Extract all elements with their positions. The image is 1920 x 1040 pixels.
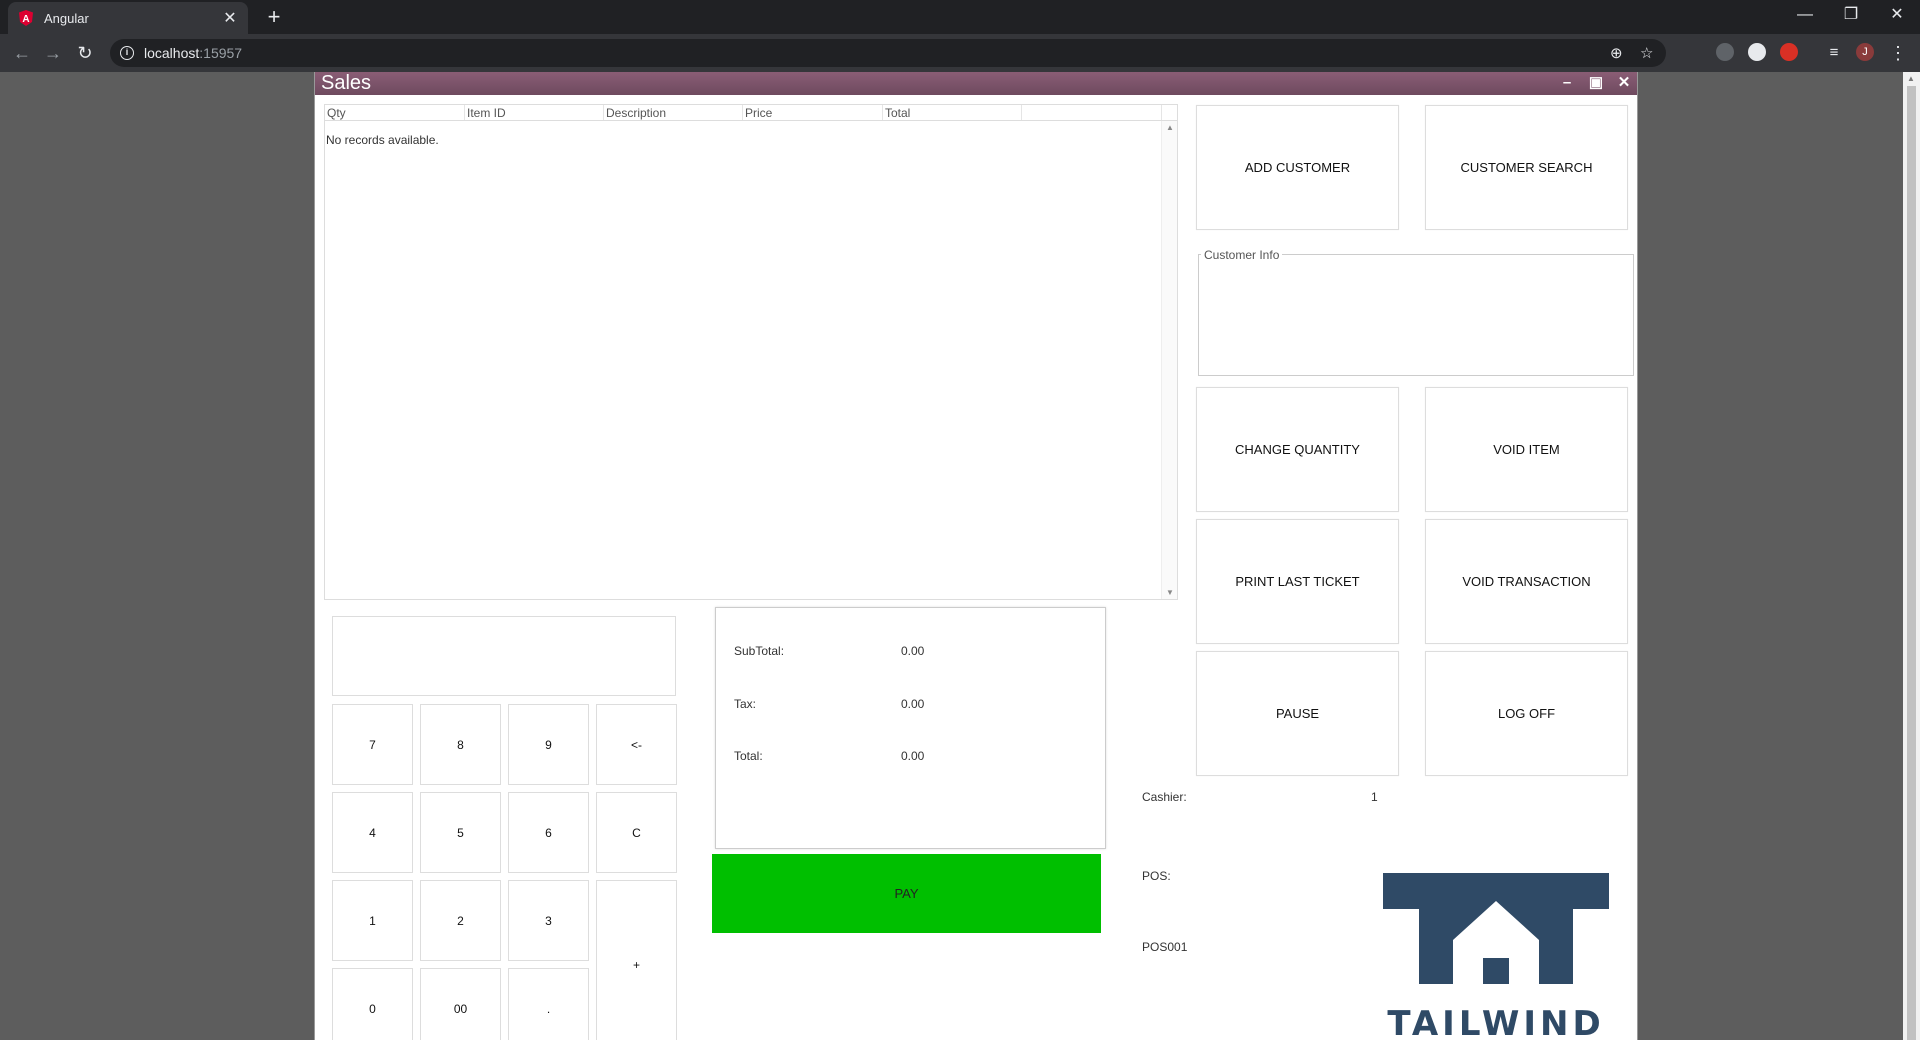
column-price[interactable]: Price bbox=[743, 105, 883, 120]
window-minimize-icon[interactable]: – bbox=[1556, 72, 1578, 95]
key-clear[interactable]: C bbox=[596, 792, 677, 873]
grid-scroll-up-icon[interactable]: ▲ bbox=[1166, 123, 1174, 132]
total-value: 0.00 bbox=[901, 749, 925, 763]
sales-window: Sales – ▣ ✕ Qty Item ID Description Pric… bbox=[314, 72, 1638, 1040]
key-0[interactable]: 0 bbox=[332, 968, 413, 1040]
address-bar[interactable]: i localhost:15957 ⊕ ☆ bbox=[110, 39, 1666, 67]
pos-value: POS001 bbox=[1142, 940, 1188, 954]
change-quantity-button[interactable]: CHANGE QUANTITY bbox=[1196, 387, 1399, 512]
extension-red-icon[interactable] bbox=[1780, 43, 1798, 61]
new-tab-icon[interactable]: + bbox=[260, 4, 288, 32]
browser-tab-strip: A Angular ✕ + — ❐ ✕ bbox=[0, 0, 1920, 34]
keypad-entry-display[interactable] bbox=[332, 616, 676, 696]
site-info-icon[interactable]: i bbox=[120, 46, 134, 60]
void-transaction-button[interactable]: VOID TRANSACTION bbox=[1425, 519, 1628, 644]
key-4[interactable]: 4 bbox=[332, 792, 413, 873]
media-control-icon[interactable]: ≡ bbox=[1820, 40, 1848, 68]
add-customer-button[interactable]: ADD CUSTOMER bbox=[1196, 105, 1399, 230]
subtotal-label: SubTotal: bbox=[734, 644, 785, 658]
key-7[interactable]: 7 bbox=[332, 704, 413, 785]
column-qty[interactable]: Qty bbox=[325, 105, 465, 120]
scroll-up-icon[interactable]: ▲ bbox=[1907, 74, 1915, 83]
browser-tab[interactable]: A Angular ✕ bbox=[8, 2, 248, 34]
key-2[interactable]: 2 bbox=[420, 880, 501, 961]
key-00[interactable]: 00 bbox=[420, 968, 501, 1040]
logo-text: TAILWIND bbox=[1387, 1004, 1604, 1040]
minimize-window-icon[interactable]: — bbox=[1782, 0, 1828, 34]
tab-close-icon[interactable]: ✕ bbox=[222, 8, 238, 28]
menu-kebab-icon[interactable]: ⋮ bbox=[1884, 40, 1912, 68]
window-maximize-icon[interactable]: ▣ bbox=[1585, 72, 1607, 95]
browser-toolbar: ← → ↻ i localhost:15957 ⊕ ☆ ≡ J ⋮ bbox=[0, 34, 1920, 72]
tailwind-logo: TAILWIND bbox=[1383, 873, 1609, 1040]
column-item-id[interactable]: Item ID bbox=[465, 105, 604, 120]
totals-panel: SubTotal: 0.00 Tax: 0.00 Total: 0.00 bbox=[715, 607, 1106, 849]
back-icon[interactable]: ← bbox=[8, 40, 36, 68]
grid-header: Qty Item ID Description Price Total bbox=[325, 105, 1177, 121]
scrollbar-thumb[interactable] bbox=[1907, 86, 1916, 1040]
window-title-bar: Sales bbox=[315, 72, 1637, 95]
forward-icon[interactable]: → bbox=[39, 40, 67, 68]
tax-label: Tax: bbox=[734, 697, 757, 711]
pause-button[interactable]: PAUSE bbox=[1196, 651, 1399, 776]
print-last-ticket-button[interactable]: PRINT LAST TICKET bbox=[1196, 519, 1399, 644]
window-title: Sales bbox=[321, 72, 372, 94]
key-1[interactable]: 1 bbox=[332, 880, 413, 961]
cashier-value: 1 bbox=[1371, 790, 1378, 804]
grid-empty-message: No records available. bbox=[326, 133, 439, 147]
key-plus[interactable]: + bbox=[596, 880, 677, 1040]
key-9[interactable]: 9 bbox=[508, 704, 589, 785]
pos-label: POS: bbox=[1142, 869, 1171, 883]
page-scrollbar[interactable]: ▲ bbox=[1903, 72, 1920, 1040]
pay-button[interactable]: PAY bbox=[712, 854, 1101, 933]
extension-shield-icon[interactable] bbox=[1716, 43, 1734, 61]
profile-avatar[interactable]: J bbox=[1856, 43, 1874, 61]
reload-icon[interactable]: ↻ bbox=[71, 40, 99, 68]
close-window-icon[interactable]: ✕ bbox=[1874, 0, 1920, 34]
subtotal-value: 0.00 bbox=[901, 644, 925, 658]
tab-title: Angular bbox=[44, 10, 89, 26]
total-label: Total: bbox=[734, 749, 763, 763]
customer-search-button[interactable]: CUSTOMER SEARCH bbox=[1425, 105, 1628, 230]
url-text: localhost:15957 bbox=[144, 45, 243, 61]
key-6[interactable]: 6 bbox=[508, 792, 589, 873]
sales-items-grid: Qty Item ID Description Price Total No r… bbox=[324, 104, 1178, 600]
key-5[interactable]: 5 bbox=[420, 792, 501, 873]
tax-value: 0.00 bbox=[901, 697, 925, 711]
key-decimal[interactable]: . bbox=[508, 968, 589, 1040]
key-8[interactable]: 8 bbox=[420, 704, 501, 785]
extension-circle-icon[interactable] bbox=[1748, 43, 1766, 61]
column-description[interactable]: Description bbox=[604, 105, 743, 120]
zoom-icon[interactable]: ⊕ bbox=[1610, 44, 1623, 62]
window-close-icon[interactable]: ✕ bbox=[1613, 72, 1635, 95]
customer-info-legend: Customer Info bbox=[1201, 248, 1283, 262]
angular-icon: A bbox=[18, 10, 34, 26]
column-filler bbox=[1022, 105, 1162, 120]
bookmark-star-icon[interactable]: ☆ bbox=[1640, 44, 1653, 62]
column-total[interactable]: Total bbox=[883, 105, 1022, 120]
key-backspace[interactable]: <- bbox=[596, 704, 677, 785]
key-3[interactable]: 3 bbox=[508, 880, 589, 961]
svg-text:A: A bbox=[22, 14, 29, 25]
log-off-button[interactable]: LOG OFF bbox=[1425, 651, 1628, 776]
grid-scroll-down-icon[interactable]: ▼ bbox=[1166, 588, 1174, 597]
grid-scrollbar[interactable]: ▲ ▼ bbox=[1161, 121, 1177, 599]
void-item-button[interactable]: VOID ITEM bbox=[1425, 387, 1628, 512]
restore-window-icon[interactable]: ❐ bbox=[1828, 0, 1874, 34]
cashier-label: Cashier: bbox=[1142, 790, 1187, 804]
customer-info-box: Customer Info bbox=[1198, 248, 1634, 376]
